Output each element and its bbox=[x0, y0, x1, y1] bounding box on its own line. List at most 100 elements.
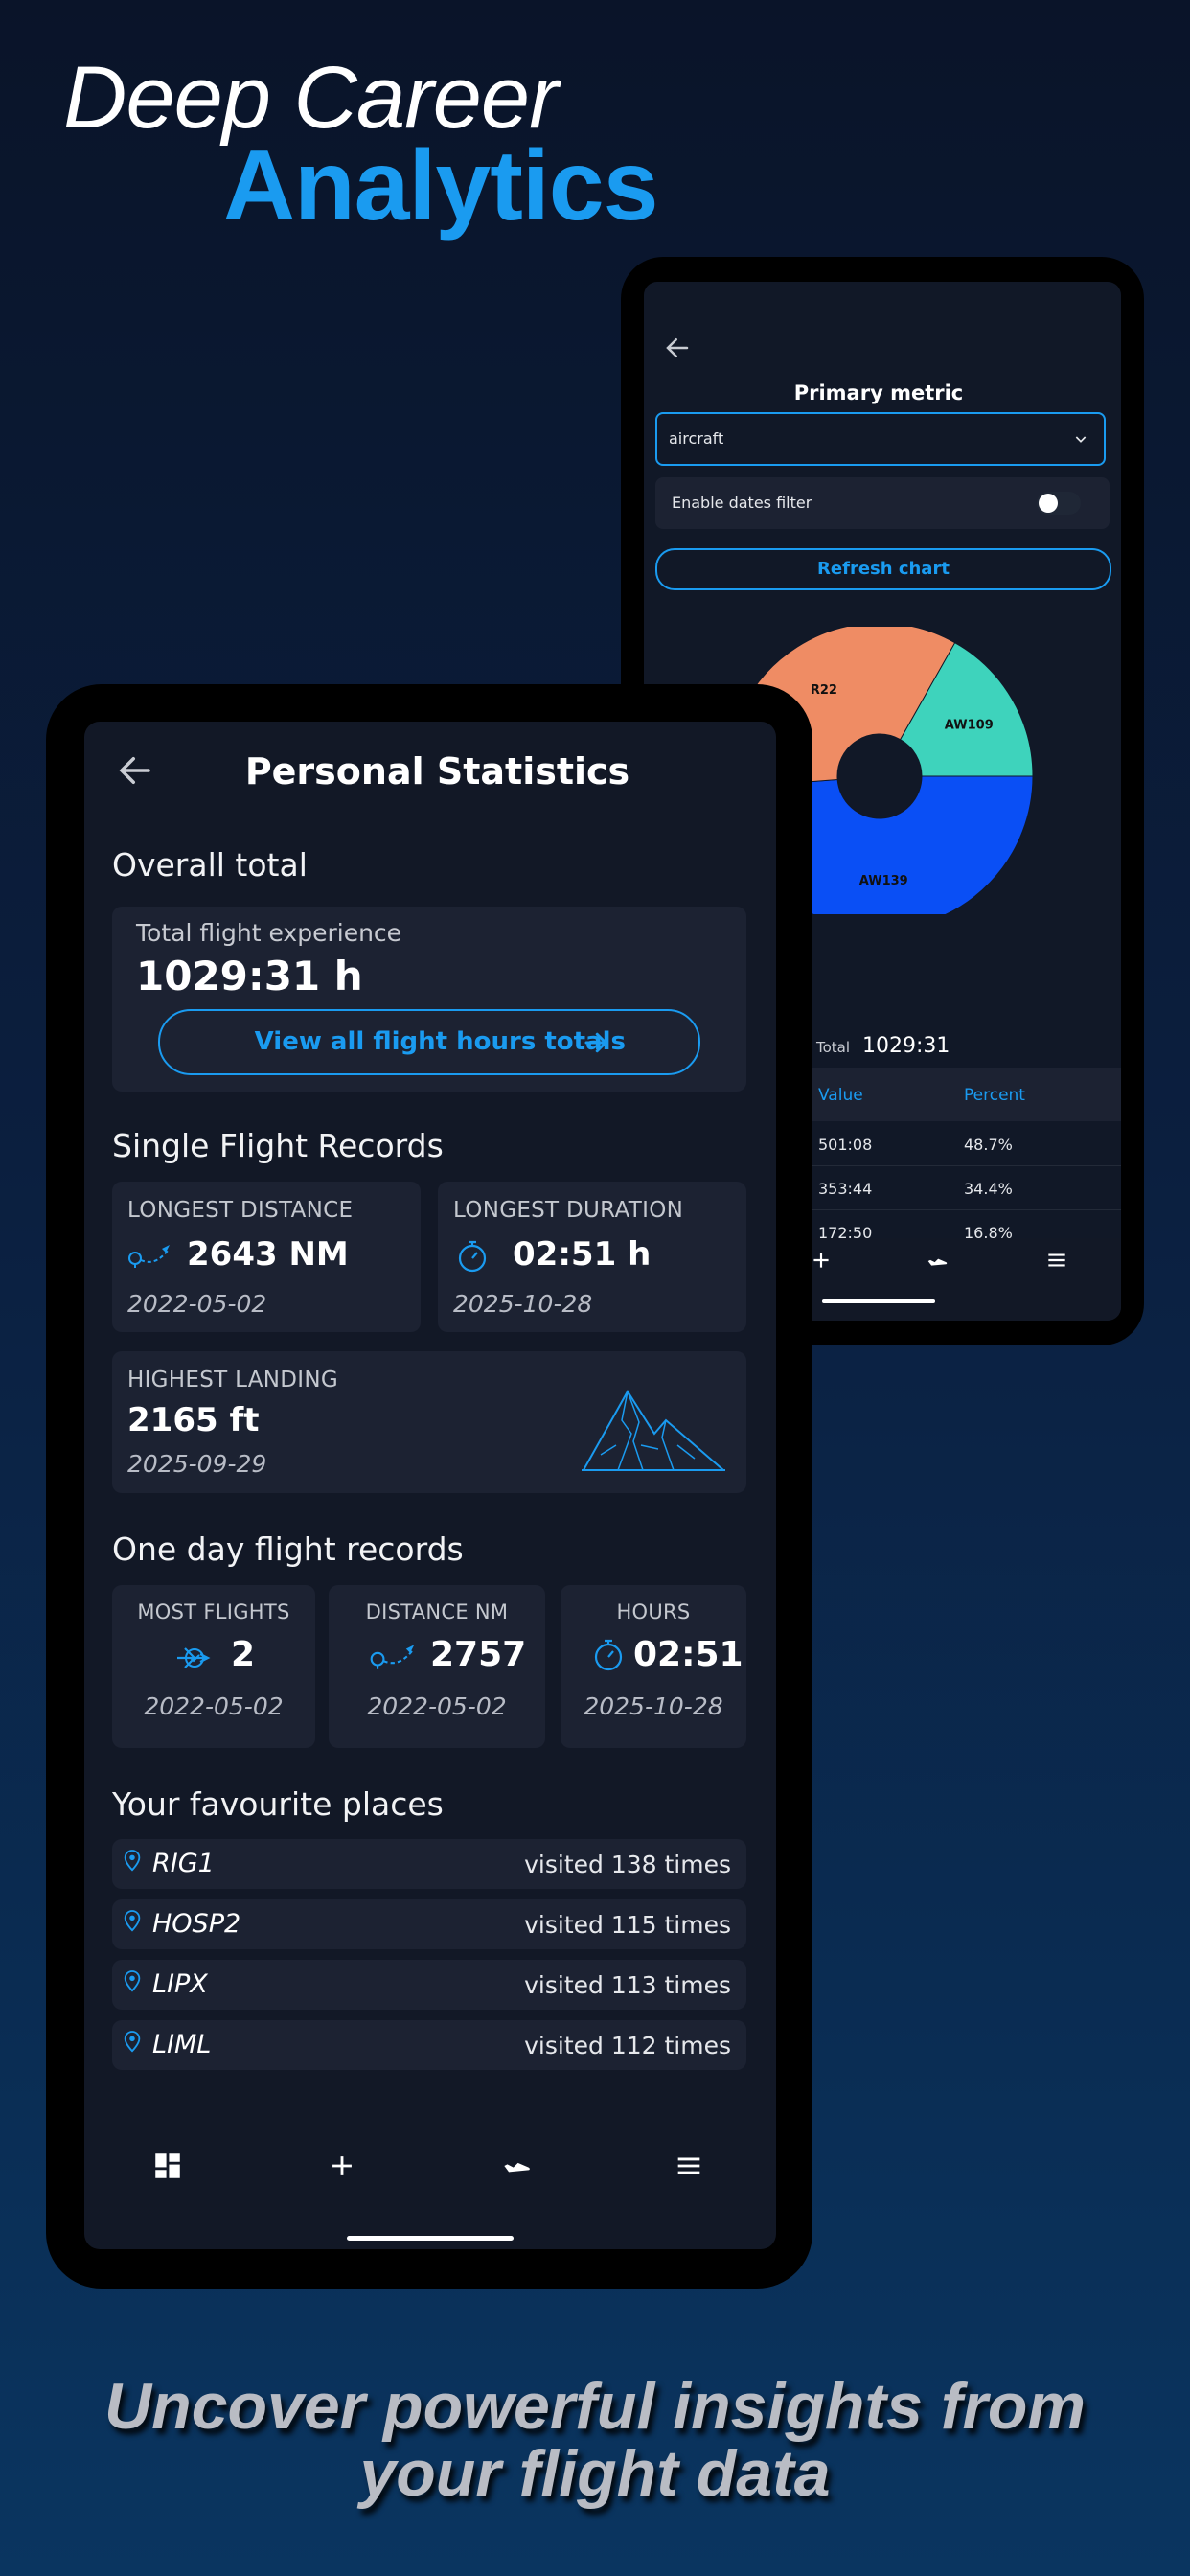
page-title: Personal Statistics bbox=[244, 750, 630, 793]
location-pin-icon bbox=[122, 1969, 143, 1994]
row-percent: 48.7% bbox=[964, 1136, 1013, 1154]
longest-distance-value: 2643 NM bbox=[187, 1235, 349, 1274]
table-row: 501:08 48.7% bbox=[809, 1121, 1121, 1166]
overall-value: 1029:31 h bbox=[136, 953, 363, 1000]
place-visits: visited 138 times bbox=[524, 1851, 731, 1878]
overall-card: Total flight experience 1029:31 h View a… bbox=[112, 907, 746, 1092]
table-header: Value Percent bbox=[809, 1068, 1121, 1121]
route-icon bbox=[369, 1641, 417, 1673]
longest-duration-label: LONGEST DURATION bbox=[453, 1198, 684, 1223]
pie-label-aw139: AW139 bbox=[859, 874, 908, 888]
dates-filter-label: Enable dates filter bbox=[672, 494, 812, 512]
row-percent: 34.4% bbox=[964, 1180, 1013, 1198]
metric-select-value: aircraft bbox=[669, 429, 724, 448]
longest-distance-label: LONGEST DISTANCE bbox=[127, 1198, 354, 1223]
section-single-records: Single Flight Records bbox=[112, 1127, 444, 1164]
total-label: Total bbox=[816, 1039, 851, 1056]
longest-distance-card: LONGEST DISTANCE 2643 NM 2022-05-02 bbox=[112, 1182, 421, 1332]
tagline-line1: Uncover powerful insights from bbox=[104, 2370, 1086, 2443]
row-percent: 16.8% bbox=[964, 1224, 1013, 1238]
highest-landing-value: 2165 ft bbox=[127, 1401, 260, 1439]
home-indicator bbox=[822, 1300, 935, 1303]
view-totals-label: View all flight hours totals bbox=[254, 1027, 626, 1056]
place-visits: visited 113 times bbox=[524, 1971, 731, 1999]
statistics-screen: Personal Statistics Overall total Total … bbox=[84, 722, 776, 2249]
pie-label-aw109: AW109 bbox=[945, 719, 994, 733]
table-header-value: Value bbox=[818, 1086, 863, 1105]
back-arrow-icon[interactable] bbox=[663, 334, 692, 362]
toggle-knob bbox=[1039, 494, 1058, 513]
refresh-chart-button[interactable]: Refresh chart bbox=[655, 548, 1111, 590]
dates-filter-toggle[interactable] bbox=[1037, 492, 1081, 515]
stopwatch-icon bbox=[593, 1637, 624, 1673]
one-day-distance-label: DISTANCE NM bbox=[365, 1600, 509, 1623]
dates-filter-row: Enable dates filter bbox=[655, 477, 1110, 529]
bottom-nav-back bbox=[809, 1238, 1121, 1321]
table-header-percent: Percent bbox=[964, 1086, 1025, 1105]
row-value: 353:44 bbox=[818, 1180, 873, 1198]
arrow-right-icon bbox=[582, 1028, 610, 1057]
most-flights-label: MOST FLIGHTS bbox=[137, 1600, 290, 1623]
highest-landing-label: HIGHEST LANDING bbox=[127, 1368, 338, 1392]
location-pin-icon bbox=[122, 1909, 143, 1934]
one-day-hours-card: HOURS 02:51 2025-10-28 bbox=[561, 1585, 746, 1748]
chevron-down-icon bbox=[1073, 431, 1088, 447]
data-table: 501:08 48.7% 353:44 34.4% 172:50 16.8% bbox=[809, 1121, 1121, 1238]
highest-landing-card: HIGHEST LANDING 2165 ft 2025-09-29 bbox=[112, 1351, 746, 1493]
row-value: 172:50 bbox=[818, 1224, 873, 1238]
home-indicator bbox=[347, 2236, 514, 2241]
overall-label: Total flight experience bbox=[136, 919, 402, 947]
longest-duration-card: LONGEST DURATION 02:51 h 2025-10-28 bbox=[438, 1182, 746, 1332]
most-flights-card: MOST FLIGHTS 2 2022-05-02 bbox=[112, 1585, 315, 1748]
view-totals-button[interactable]: View all flight hours totals bbox=[158, 1009, 700, 1075]
most-flights-value: 2 bbox=[231, 1635, 256, 1674]
section-overall: Overall total bbox=[112, 846, 308, 884]
flights-icon[interactable] bbox=[924, 1248, 950, 1275]
table-row: 353:44 34.4% bbox=[809, 1165, 1121, 1210]
table-row: 172:50 16.8% bbox=[809, 1209, 1121, 1238]
section-one-day: One day flight records bbox=[112, 1530, 464, 1568]
place-item[interactable]: LIML visited 112 times bbox=[112, 2020, 746, 2070]
longest-duration-value: 02:51 h bbox=[513, 1235, 652, 1274]
place-name: LIML bbox=[152, 2030, 212, 2059]
highest-landing-date: 2025-09-29 bbox=[127, 1450, 267, 1478]
longest-distance-date: 2022-05-02 bbox=[127, 1290, 267, 1318]
one-day-hours-label: HOURS bbox=[616, 1600, 691, 1623]
place-visits: visited 112 times bbox=[524, 2032, 731, 2059]
stopwatch-icon bbox=[457, 1239, 488, 1274]
menu-icon[interactable] bbox=[1044, 1248, 1069, 1273]
place-name: HOSP2 bbox=[152, 1909, 241, 1939]
one-day-distance-card: DISTANCE NM 2757 2022-05-02 bbox=[329, 1585, 545, 1748]
metric-select[interactable]: aircraft bbox=[655, 412, 1106, 466]
bottom-nav bbox=[84, 2130, 776, 2249]
location-pin-icon bbox=[122, 2030, 143, 2055]
mountain-icon bbox=[582, 1388, 725, 1474]
place-item[interactable]: HOSP2 visited 115 times bbox=[112, 1899, 746, 1949]
tagline-line2: your flight data bbox=[359, 2437, 831, 2510]
one-day-distance-date: 2022-05-02 bbox=[367, 1692, 507, 1720]
metric-title: Primary metric bbox=[793, 381, 964, 404]
longest-duration-date: 2025-10-28 bbox=[453, 1290, 593, 1318]
place-name: LIPX bbox=[152, 1969, 208, 1999]
section-places: Your favourite places bbox=[112, 1785, 444, 1823]
most-flights-date: 2022-05-02 bbox=[144, 1692, 284, 1720]
total-value: 1029:31 bbox=[862, 1034, 950, 1058]
dashboard-icon[interactable] bbox=[151, 2150, 184, 2182]
plane-check-icon bbox=[172, 1635, 214, 1677]
place-name: RIG1 bbox=[152, 1849, 215, 1878]
one-day-hours-value: 02:51 bbox=[633, 1635, 744, 1674]
pie-label-r22: R22 bbox=[811, 683, 837, 698]
one-day-hours-date: 2025-10-28 bbox=[584, 1692, 723, 1720]
place-visits: visited 115 times bbox=[524, 1911, 731, 1939]
menu-icon[interactable] bbox=[673, 2150, 705, 2182]
place-item[interactable]: RIG1 visited 138 times bbox=[112, 1839, 746, 1889]
route-icon bbox=[127, 1241, 172, 1272]
tagline: Uncover powerful insights from your flig… bbox=[0, 2373, 1190, 2507]
location-pin-icon bbox=[122, 1849, 143, 1874]
headline-line2: Analytics bbox=[223, 130, 658, 242]
row-value: 501:08 bbox=[818, 1136, 873, 1154]
place-item[interactable]: LIPX visited 113 times bbox=[112, 1960, 746, 2010]
plus-icon[interactable] bbox=[326, 2150, 358, 2182]
flights-icon[interactable] bbox=[498, 2148, 535, 2184]
one-day-distance-value: 2757 bbox=[430, 1635, 527, 1674]
